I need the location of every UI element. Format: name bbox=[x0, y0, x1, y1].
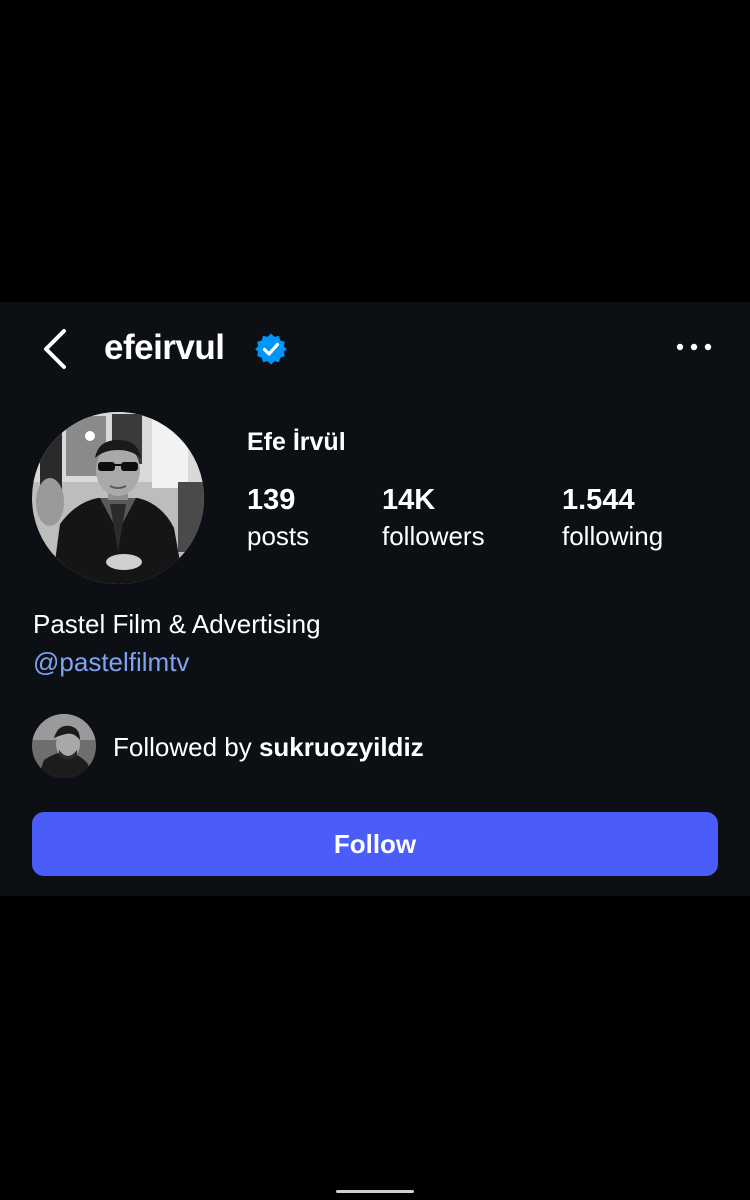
chevron-left-icon bbox=[44, 329, 66, 369]
posts-label: posts bbox=[247, 521, 310, 551]
mutual-follower-avatar[interactable] bbox=[32, 714, 96, 778]
more-options-button[interactable] bbox=[672, 332, 716, 362]
followed-by-text: Followed by sukruozyildiz bbox=[113, 730, 424, 764]
following-label: following bbox=[562, 521, 664, 551]
profile-header: efeirvul bbox=[0, 302, 750, 394]
following-count: 1.544 bbox=[562, 484, 635, 516]
home-indicator bbox=[336, 1190, 414, 1193]
profile-username: efeirvul bbox=[104, 328, 225, 367]
more-horizontal-icon bbox=[676, 343, 712, 351]
profile-display-name: Efe İrvül bbox=[247, 428, 346, 456]
profile-card: efeirvul Efe İrvül 139 posts 14K followe… bbox=[0, 302, 750, 896]
posts-count: 139 bbox=[247, 484, 296, 516]
mutual-follower-name[interactable]: sukruozyildiz bbox=[259, 732, 424, 762]
profile-avatar[interactable] bbox=[32, 412, 204, 584]
followers-count: 14K bbox=[382, 484, 436, 516]
verified-badge-icon bbox=[254, 332, 288, 366]
profile-bio: Pastel Film & Advertising bbox=[33, 609, 321, 639]
posts-stat[interactable]: 139 posts bbox=[247, 482, 309, 554]
follow-button[interactable]: Follow bbox=[32, 812, 718, 876]
back-button[interactable] bbox=[36, 324, 76, 374]
bio-mention-link[interactable]: @pastelfilmtv bbox=[33, 645, 189, 679]
followed-by-prefix: Followed by bbox=[113, 732, 259, 762]
following-stat[interactable]: 1.544 following bbox=[562, 482, 663, 554]
followers-label: followers bbox=[382, 521, 485, 551]
followers-stat[interactable]: 14K followers bbox=[382, 482, 485, 554]
